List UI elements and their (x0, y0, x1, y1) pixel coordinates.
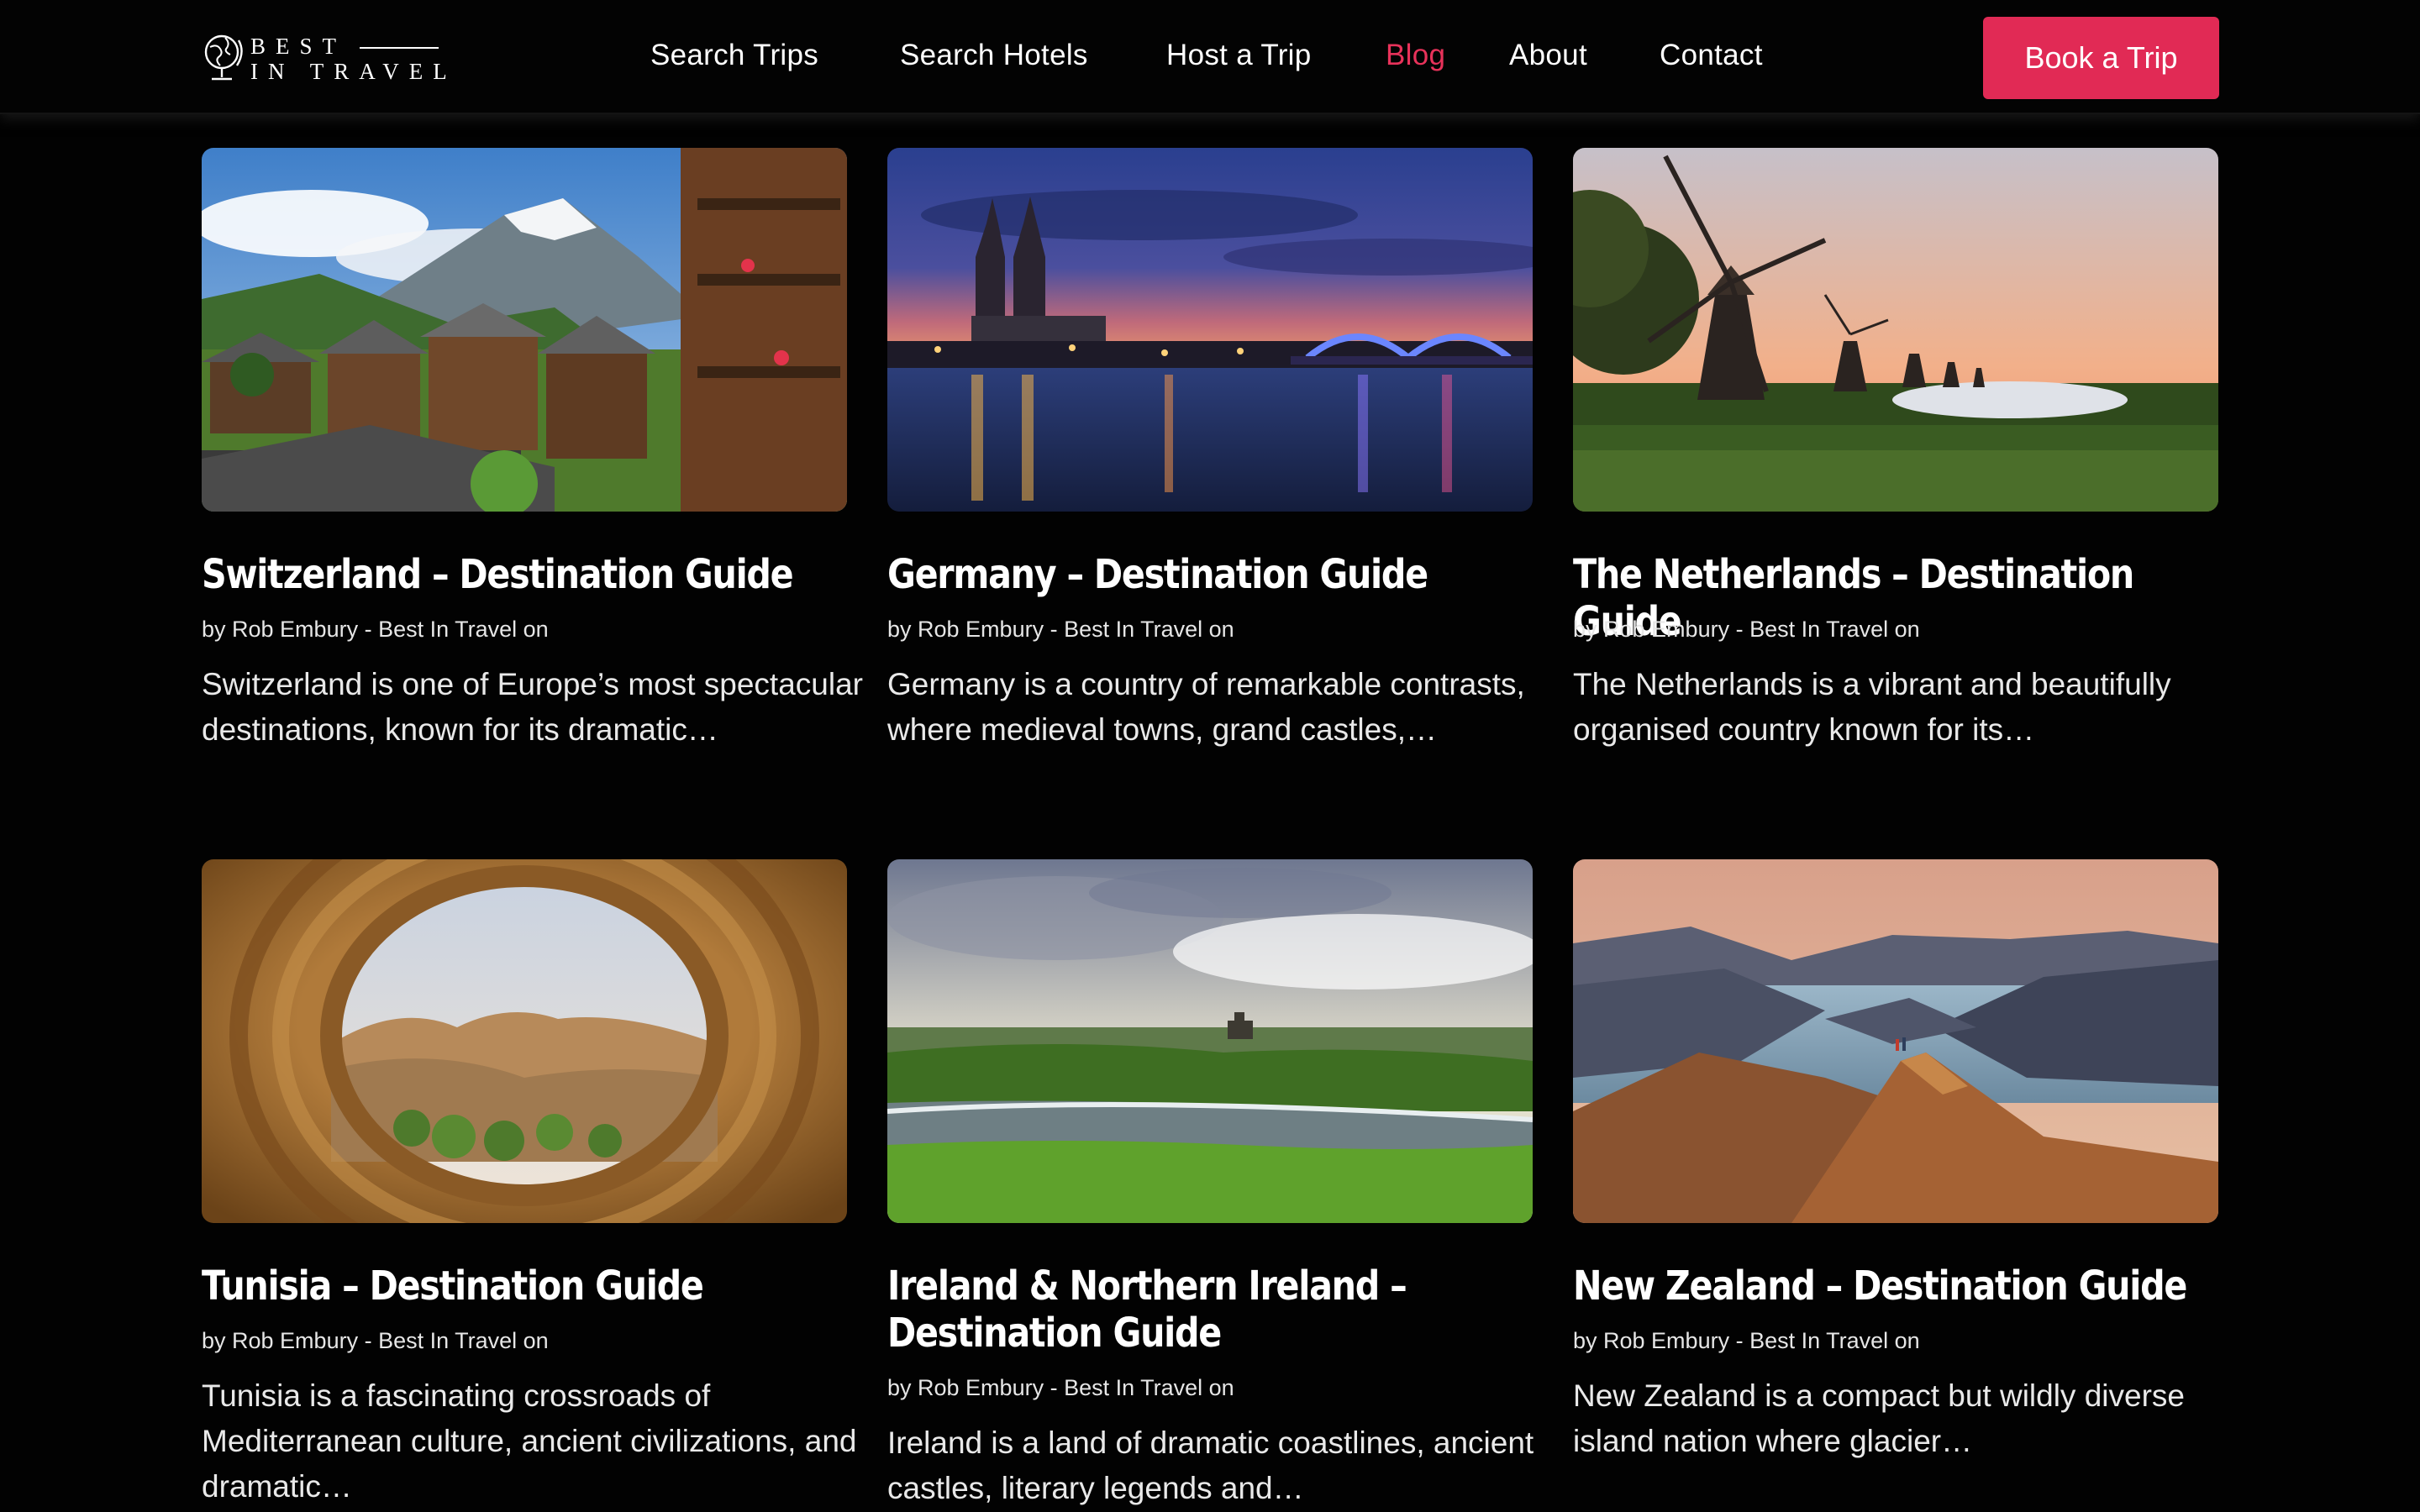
post-excerpt: Switzerland is one of Europe’s most spec… (202, 667, 863, 747)
post-title[interactable]: Germany – Destination Guide (887, 551, 1533, 598)
post-meta: by Rob Embury - Best In Travel on (1573, 1328, 1920, 1353)
site-header: BEST IN TRAVEL Search Trips Search Hotel… (0, 0, 2420, 114)
post-excerpt: Tunisia is a fascinating crossroads of M… (202, 1378, 857, 1504)
desert-oasis-through-stone-well-photo (202, 859, 847, 1223)
irish-coast-castle-photo (887, 859, 1533, 1223)
post-meta: by Rob Embury - Best In Travel on (887, 1375, 1234, 1400)
nav-about[interactable]: About (1509, 39, 1587, 72)
post-title[interactable]: Tunisia – Destination Guide (202, 1263, 847, 1310)
nav-search-hotels[interactable]: Search Hotels (900, 39, 1088, 72)
post-title[interactable]: New Zealand – Destination Guide (1573, 1263, 2218, 1310)
post-meta: by Rob Embury - Best In Travel on (887, 617, 1234, 642)
post-meta: by Rob Embury - Best In Travel on (202, 1328, 549, 1353)
nav-host-a-trip[interactable]: Host a Trip (1166, 39, 1312, 72)
post-image[interactable] (1573, 148, 2218, 512)
post-image[interactable] (202, 148, 847, 512)
alpine-village-photo (202, 148, 847, 512)
cologne-cathedral-night-photo (887, 148, 1533, 512)
post-meta: by Rob Embury - Best In Travel on (202, 617, 549, 642)
post-excerpt: Ireland is a land of dramatic coastlines… (887, 1425, 1534, 1505)
book-a-trip-button[interactable]: Book a Trip (1983, 17, 2219, 99)
windmills-sunset-photo (1573, 148, 2218, 512)
post-meta: by Rob Embury - Best In Travel on (1573, 617, 1920, 642)
blog-post-grid: Switzerland – Destination Guide by Rob E… (0, 0, 2420, 1512)
post-image[interactable] (202, 859, 847, 1223)
post-excerpt: Germany is a country of remarkable contr… (887, 667, 1525, 747)
nav-blog[interactable]: Blog (1386, 39, 1445, 72)
post-image[interactable] (887, 859, 1533, 1223)
post-title[interactable]: Ireland & Northern Ireland – Destination… (887, 1263, 1533, 1357)
mountain-lake-hikers-photo (1573, 859, 2218, 1223)
post-image[interactable] (1573, 859, 2218, 1223)
post-excerpt: New Zealand is a compact but wildly dive… (1573, 1378, 2185, 1458)
post-image[interactable] (887, 148, 1533, 512)
post-title[interactable]: Switzerland – Destination Guide (202, 551, 847, 598)
nav-contact[interactable]: Contact (1660, 39, 1763, 72)
post-excerpt: The Netherlands is a vibrant and beautif… (1573, 667, 2171, 747)
nav-search-trips[interactable]: Search Trips (650, 39, 818, 72)
